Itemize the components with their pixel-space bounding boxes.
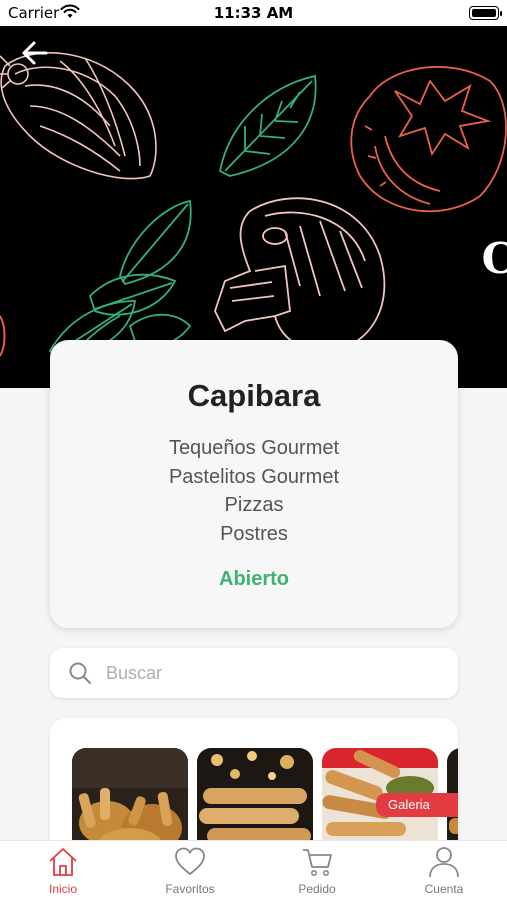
tab-favoritos[interactable]: Favoritos	[127, 845, 253, 900]
gallery-badge[interactable]: Galeria	[376, 793, 458, 817]
gallery-section	[50, 718, 458, 858]
bottom-tab-bar: Inicio Favoritos Pedido Cuenta	[0, 840, 507, 900]
clock: 11:33 AM	[213, 4, 294, 22]
cart-icon	[303, 849, 332, 876]
leaf-illustration	[218, 74, 317, 177]
search-icon	[69, 662, 91, 684]
hero-banner: C	[0, 26, 507, 388]
user-icon	[429, 847, 459, 878]
mushroom-illustration	[214, 197, 386, 353]
hero-illustration	[0, 52, 507, 367]
tab-pedido[interactable]: Pedido	[254, 845, 380, 900]
heart-icon	[175, 847, 205, 876]
back-button[interactable]	[18, 36, 52, 70]
battery-icon	[469, 6, 502, 20]
tomato-illustration	[350, 65, 507, 213]
search-input[interactable]	[106, 658, 436, 688]
open-status: Abierto	[219, 568, 289, 590]
category-list: Tequeños Gourmet Pastelitos Gourmet Pizz…	[50, 434, 458, 548]
restaurant-info-card: Capibara Tequeños Gourmet Pastelitos Gou…	[50, 340, 458, 628]
category-item: Postres	[220, 522, 288, 545]
category-item: Pastelitos Gourmet	[168, 465, 340, 488]
search-bar[interactable]	[50, 648, 458, 698]
tab-cuenta[interactable]: Cuenta	[381, 845, 507, 900]
tab-label: Pedido	[298, 882, 336, 896]
tab-label: Favoritos	[165, 882, 215, 896]
onion-illustration	[0, 52, 157, 180]
tab-label: Cuenta	[424, 882, 464, 896]
category-item: Tequeños Gourmet	[168, 437, 340, 459]
restaurant-name: Capibara	[187, 378, 321, 413]
arrow-left-icon	[22, 41, 48, 65]
status-bar: Carrier 11:33 AM	[0, 0, 507, 26]
tab-label: Inicio	[48, 882, 77, 896]
tab-inicio[interactable]: Inicio	[0, 845, 126, 900]
hero-title-partial: C	[481, 234, 507, 283]
category-item: Pizzas	[224, 494, 284, 516]
home-icon	[49, 848, 77, 876]
